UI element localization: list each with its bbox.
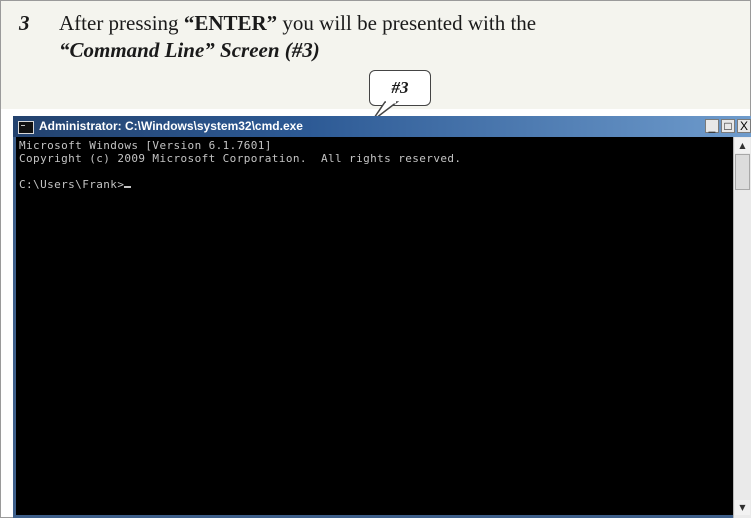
instruction-text-pre: After pressing bbox=[59, 11, 184, 35]
cmd-window: Administrator: C:\Windows\system32\cmd.e… bbox=[13, 116, 751, 518]
callout-label: #3 bbox=[369, 70, 431, 106]
scroll-down-button[interactable]: ▼ bbox=[735, 500, 750, 515]
command-prompt: C:\Users\Frank> bbox=[19, 178, 125, 191]
close-button[interactable]: X bbox=[737, 119, 751, 133]
console-line-version: Microsoft Windows [Version 6.1.7601] bbox=[19, 139, 272, 152]
console-area[interactable]: Microsoft Windows [Version 6.1.7601] Cop… bbox=[16, 137, 733, 515]
minimize-button[interactable]: _ bbox=[705, 119, 719, 133]
step-number: 3 bbox=[19, 11, 30, 35]
console-prompt-line: C:\Users\Frank> bbox=[19, 178, 132, 191]
scroll-thumb[interactable] bbox=[735, 154, 750, 190]
cmd-window-icon[interactable] bbox=[18, 121, 34, 134]
text-cursor bbox=[124, 186, 132, 188]
console-line-copyright: Copyright (c) 2009 Microsoft Corporation… bbox=[19, 152, 462, 165]
window-title: Administrator: C:\Windows\system32\cmd.e… bbox=[39, 119, 303, 133]
vertical-scrollbar[interactable]: ▲ ▼ bbox=[733, 137, 751, 518]
instruction-caption: 3 After pressing “ENTER” you will be pre… bbox=[1, 1, 750, 109]
instruction-line-2: “Command Line” Screen (#3) bbox=[59, 38, 320, 62]
maximize-button[interactable]: □ bbox=[721, 119, 735, 133]
enter-key-label: “ENTER” bbox=[183, 11, 278, 35]
window-titlebar[interactable]: Administrator: C:\Windows\system32\cmd.e… bbox=[13, 116, 751, 137]
instruction-line-1: After pressing “ENTER” you will be prese… bbox=[59, 11, 536, 36]
scroll-up-button[interactable]: ▲ bbox=[735, 138, 750, 153]
instruction-text-post: you will be presented with the bbox=[277, 11, 537, 35]
